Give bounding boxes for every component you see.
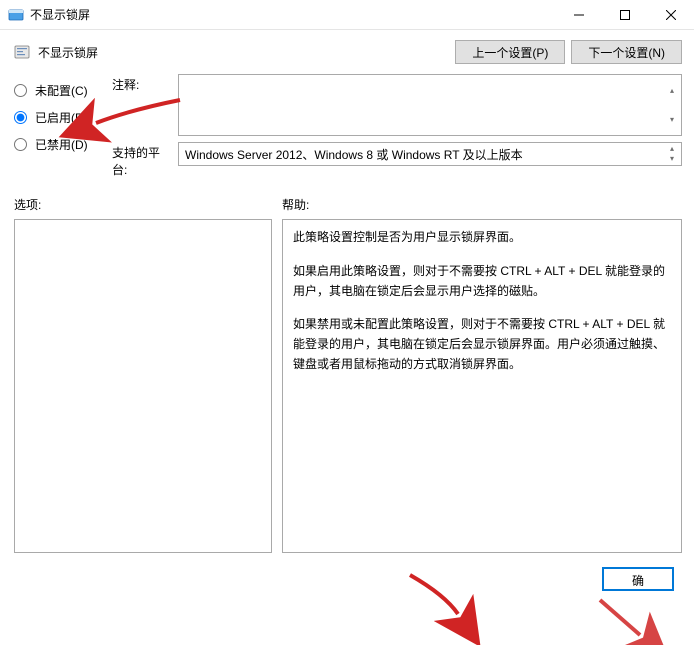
- titlebar: 不显示锁屏: [0, 0, 694, 30]
- bottom-bar: 确: [0, 553, 694, 591]
- ok-button[interactable]: 确: [602, 567, 674, 591]
- options-pane: [14, 219, 272, 553]
- comment-textarea[interactable]: [179, 75, 681, 135]
- state-radio-group: 未配置(C) 已启用(E) 已禁用(D): [14, 74, 104, 153]
- help-paragraph: 此策略设置控制是否为用户显示锁屏界面。: [293, 228, 671, 248]
- window-controls: [556, 0, 694, 30]
- comment-box: ▴ ▾: [178, 74, 682, 136]
- radio-enabled-input[interactable]: [14, 111, 27, 124]
- mid-labels: 选项: 帮助:: [0, 178, 694, 219]
- supported-label: 支持的平台:: [112, 142, 172, 178]
- window-title: 不显示锁屏: [30, 6, 90, 23]
- app-icon: [8, 7, 24, 23]
- radio-not-configured-label: 未配置(C): [35, 82, 88, 99]
- radio-enabled[interactable]: 已启用(E): [14, 109, 104, 126]
- options-label: 选项:: [14, 196, 282, 213]
- chevron-down-icon[interactable]: ▾: [664, 105, 680, 134]
- radio-disabled[interactable]: 已禁用(D): [14, 136, 104, 153]
- radio-not-configured[interactable]: 未配置(C): [14, 82, 104, 99]
- close-button[interactable]: [648, 0, 694, 30]
- radio-not-configured-input[interactable]: [14, 84, 27, 97]
- next-setting-button[interactable]: 下一个设置(N): [571, 40, 682, 64]
- chevron-up-icon[interactable]: ▴: [664, 76, 680, 105]
- maximize-button[interactable]: [602, 0, 648, 30]
- supported-value: Windows Server 2012、Windows 8 或 Windows …: [185, 146, 523, 163]
- previous-setting-button[interactable]: 上一个设置(P): [455, 40, 565, 64]
- help-paragraph: 如果禁用或未配置此策略设置，则对于不需要按 CTRL + ALT + DEL 就…: [293, 315, 671, 374]
- lower-panes: 此策略设置控制是否为用户显示锁屏界面。 如果启用此策略设置，则对于不需要按 CT…: [0, 219, 694, 553]
- minimize-button[interactable]: [556, 0, 602, 30]
- policy-icon: [14, 44, 30, 60]
- comment-scroll[interactable]: ▴ ▾: [664, 76, 680, 134]
- supported-box: Windows Server 2012、Windows 8 或 Windows …: [178, 142, 682, 166]
- supported-scroll[interactable]: ▴ ▾: [664, 144, 680, 164]
- comment-label: 注释:: [112, 74, 172, 93]
- help-paragraph: 如果启用此策略设置，则对于不需要按 CTRL + ALT + DEL 就能登录的…: [293, 262, 671, 302]
- help-label: 帮助:: [282, 196, 682, 213]
- annotation-arrow-icon: [600, 600, 640, 635]
- radio-disabled-input[interactable]: [14, 138, 27, 151]
- config-area: 未配置(C) 已启用(E) 已禁用(D) 注释: ▴ ▾ 支持的平台: Win: [0, 70, 694, 178]
- help-pane: 此策略设置控制是否为用户显示锁屏界面。 如果启用此策略设置，则对于不需要按 CT…: [282, 219, 682, 553]
- radio-enabled-label: 已启用(E): [35, 109, 87, 126]
- header: 不显示锁屏 上一个设置(P) 下一个设置(N): [0, 30, 694, 70]
- radio-disabled-label: 已禁用(D): [35, 136, 88, 153]
- policy-title: 不显示锁屏: [38, 44, 455, 61]
- chevron-down-icon[interactable]: ▾: [664, 154, 680, 164]
- chevron-up-icon[interactable]: ▴: [664, 144, 680, 154]
